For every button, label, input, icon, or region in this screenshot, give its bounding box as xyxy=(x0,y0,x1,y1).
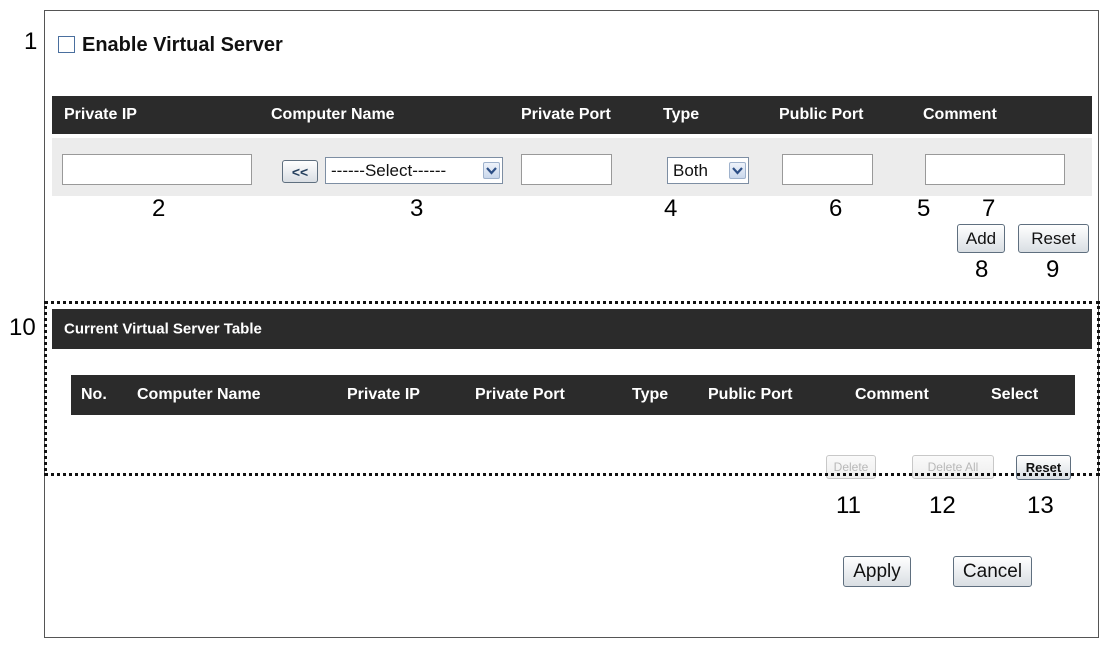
col-type: Type xyxy=(663,106,700,123)
chevron-down-icon xyxy=(483,162,500,179)
col-private-ip: Private IP xyxy=(64,106,137,123)
callout-9: 9 xyxy=(1046,256,1060,283)
copy-computer-name-button[interactable]: << xyxy=(282,160,318,183)
callout-1: 1 xyxy=(24,28,38,55)
callout-10: 10 xyxy=(9,314,36,341)
comment-input[interactable] xyxy=(925,154,1065,185)
private-port-input[interactable] xyxy=(521,154,612,185)
enable-virtual-server-checkbox[interactable] xyxy=(58,36,75,53)
table-section-highlight xyxy=(44,301,1100,476)
col-computer-name: Computer Name xyxy=(271,106,395,123)
callout-6: 6 xyxy=(829,195,843,222)
callout-12: 12 xyxy=(929,492,956,519)
enable-virtual-server-label: Enable Virtual Server xyxy=(82,34,283,56)
chevron-down-icon xyxy=(729,162,746,179)
col-comment: Comment xyxy=(923,106,997,123)
callout-5: 5 xyxy=(917,195,931,222)
callout-7: 7 xyxy=(982,195,996,222)
callout-8: 8 xyxy=(975,256,989,283)
computer-name-select[interactable]: ------Select------ xyxy=(325,157,503,184)
public-port-input[interactable] xyxy=(782,154,873,185)
callout-11: 11 xyxy=(836,492,861,519)
col-public-port: Public Port xyxy=(779,106,864,123)
type-select-value: Both xyxy=(673,160,708,180)
callout-13: 13 xyxy=(1027,492,1054,519)
input-header-bar: Private IP Computer Name Private Port Ty… xyxy=(52,96,1092,134)
reset-form-button[interactable]: Reset xyxy=(1018,224,1089,253)
computer-name-select-value: ------Select------ xyxy=(331,160,447,180)
cancel-button[interactable]: Cancel xyxy=(953,556,1032,587)
col-private-port: Private Port xyxy=(521,106,611,123)
callout-3: 3 xyxy=(410,195,424,222)
type-select[interactable]: Both xyxy=(667,157,749,184)
private-ip-input[interactable] xyxy=(62,154,252,185)
callout-4: 4 xyxy=(664,195,678,222)
apply-button[interactable]: Apply xyxy=(843,556,911,587)
add-button[interactable]: Add xyxy=(957,224,1005,253)
callout-2: 2 xyxy=(152,195,166,222)
